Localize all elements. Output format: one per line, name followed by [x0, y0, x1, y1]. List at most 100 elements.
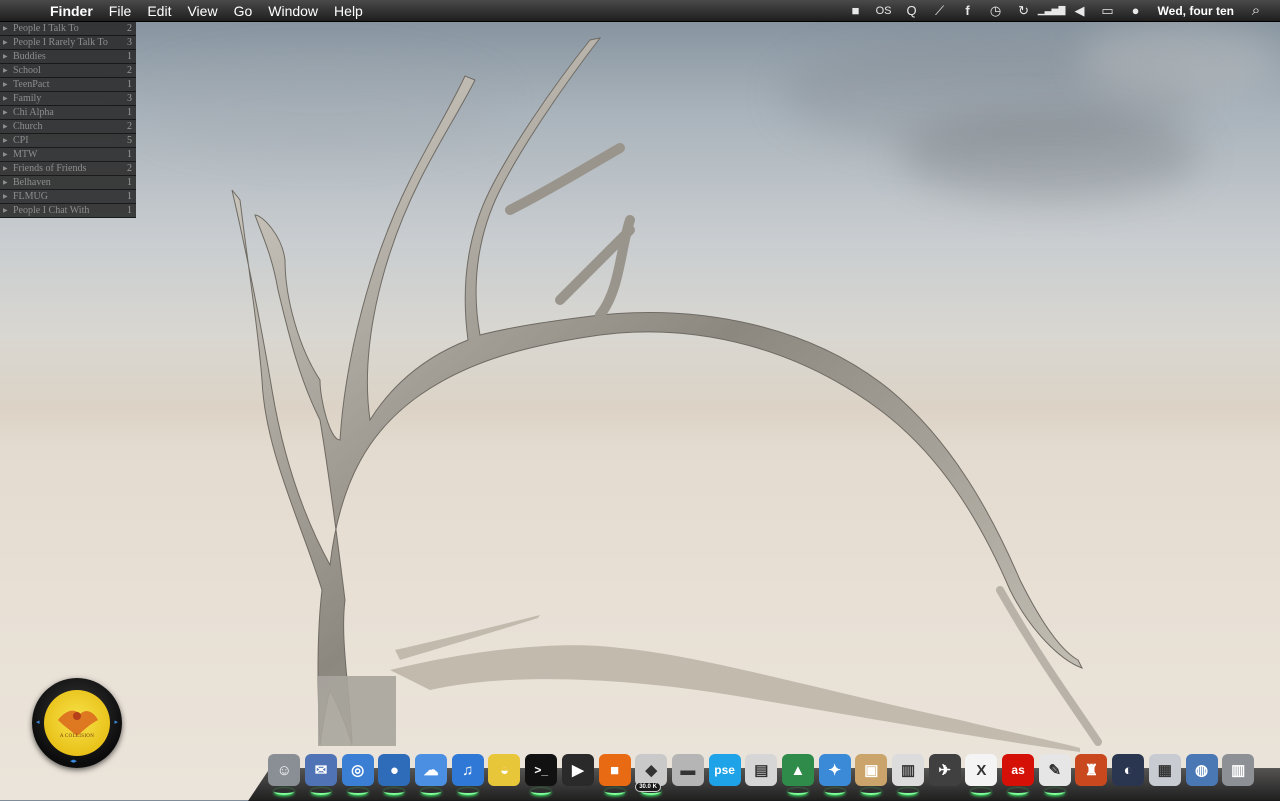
buddy-group-row[interactable]: ▶ CPI 5	[0, 134, 136, 148]
terminal-icon[interactable]: >_	[525, 754, 558, 795]
ichat-icon[interactable]: ☁	[415, 754, 448, 795]
disclosure-triangle-icon[interactable]: ▶	[3, 39, 13, 46]
tweetdeck-icon[interactable]: ✦	[818, 754, 851, 795]
quicksilver-icon[interactable]: Q	[898, 0, 926, 22]
buddy-group-row[interactable]: ▶ People I Talk To 2	[0, 22, 136, 36]
battery-icon[interactable]: ▭	[1094, 0, 1122, 22]
finder-icon[interactable]: ☺	[268, 754, 301, 795]
play-pause-icon[interactable]: ◂▸	[70, 757, 77, 765]
menu-help[interactable]: Help	[326, 0, 371, 22]
safari-glyph: ◎	[351, 762, 365, 779]
disclosure-triangle-icon[interactable]: ▶	[3, 53, 13, 60]
image-capture-icon[interactable]: ▥	[892, 754, 925, 795]
album-art: A COLLISION	[44, 690, 110, 756]
stop-icon[interactable]: ■	[842, 0, 870, 22]
omnifocus-glyph: ▲	[790, 761, 806, 779]
buddy-group-name: People I Rarely Talk To	[13, 37, 108, 48]
safari-icon[interactable]: ◎	[341, 754, 374, 795]
running-indicator	[531, 788, 552, 795]
disclosure-triangle-icon[interactable]: ▶	[3, 81, 13, 88]
disclosure-triangle-icon[interactable]: ▶	[3, 67, 13, 74]
omnifocus-icon[interactable]: ▲	[781, 754, 814, 795]
buddy-group-count: 3	[127, 93, 132, 104]
scanner-icon[interactable]: ▬	[671, 754, 704, 786]
disclosure-triangle-icon[interactable]: ▶	[3, 207, 13, 214]
disclosure-triangle-icon[interactable]: ▶	[3, 193, 13, 200]
next-track-icon[interactable]: ▸	[114, 718, 118, 726]
buddy-group-row[interactable]: ▶ People I Rarely Talk To 3	[0, 36, 136, 50]
buddy-group-row[interactable]: ▶ Church 2	[0, 120, 136, 134]
preview-glyph: ▤	[754, 762, 769, 779]
buddy-group-row[interactable]: ▶ Family 3	[0, 92, 136, 106]
buddy-group-row[interactable]: ▶ Buddies 1	[0, 50, 136, 64]
buddy-group-count: 2	[127, 121, 132, 132]
buddy-group-row[interactable]: ▶ People I Chat With 1	[0, 204, 136, 218]
nova-icon[interactable]: ✈	[928, 754, 961, 786]
menu-window[interactable]: Window	[260, 0, 326, 22]
buddy-group-row[interactable]: ▶ Friends of Friends 2	[0, 162, 136, 176]
time-machine-icon[interactable]: ◷	[982, 0, 1010, 22]
textedit-icon[interactable]: ✎	[1038, 754, 1071, 795]
terminal-glyph: >_	[534, 763, 548, 777]
dashboard-glyph: ◐	[1123, 761, 1133, 779]
menu-file[interactable]: File	[101, 0, 140, 22]
itunes-icon[interactable]: ♫	[451, 754, 484, 795]
disclosure-triangle-icon[interactable]: ▶	[3, 109, 13, 116]
disclosure-triangle-icon[interactable]: ▶	[3, 25, 13, 32]
buddy-group-row[interactable]: ▶ TeenPact 1	[0, 78, 136, 92]
buddy-group-row[interactable]: ▶ School 2	[0, 64, 136, 78]
os-icon[interactable]: OS	[870, 0, 898, 22]
buddy-group-name: Friends of Friends	[13, 163, 87, 174]
network-icon[interactable]: ◍	[1185, 754, 1218, 786]
dock: ☺ ✉ ◎ ● ☁ ♫ ◒ >_ ▶ ■ ◆ 30.0 K ▬ pse ▤ ▲ ✦ ▣ ▥ ✈ Xas ✎ ♜ ◐ ▦ ◍ ▥	[266, 748, 1257, 798]
photoshop-elements-icon[interactable]: pse	[708, 754, 741, 786]
dvd-player-glyph: ▶	[572, 762, 584, 779]
buddy-group-count: 2	[127, 163, 132, 174]
disclosure-triangle-icon[interactable]: ▶	[3, 151, 13, 158]
lastfm-icon[interactable]: as	[1002, 754, 1035, 795]
buddy-group-row[interactable]: ▶ FLMUG 1	[0, 190, 136, 204]
dashboard-icon[interactable]: ◐	[1112, 754, 1145, 786]
growl-icon[interactable]: ⟋	[926, 0, 954, 22]
menu-edit[interactable]: Edit	[139, 0, 179, 22]
menu-go[interactable]: Go	[226, 0, 261, 22]
app-menu-finder[interactable]: Finder	[42, 0, 101, 22]
music-widget[interactable]: A COLLISION ◂ ▸ ◂▸	[32, 678, 122, 768]
running-indicator	[824, 788, 845, 795]
dvd-player-icon[interactable]: ▶	[561, 754, 594, 786]
orange-app-glyph: ■	[610, 761, 620, 779]
previous-track-icon[interactable]: ◂	[36, 718, 40, 726]
buddy-group-row[interactable]: ▶ Belhaven 1	[0, 176, 136, 190]
buddy-group-count: 1	[127, 205, 132, 216]
buddy-group-name: Family	[13, 93, 42, 104]
buddy-group-row[interactable]: ▶ Chi Alpha 1	[0, 106, 136, 120]
trash-icon[interactable]: ▥	[1222, 754, 1255, 786]
facebook-icon[interactable]: f	[954, 0, 982, 22]
mario-icon[interactable]: ♜	[1075, 754, 1108, 786]
volume-icon[interactable]: ◀	[1066, 0, 1094, 22]
buddy-group-count: 1	[127, 149, 132, 160]
transmission-icon[interactable]: ◆ 30.0 K	[635, 754, 668, 795]
buddy-group-row[interactable]: ▶ MTW 1	[0, 148, 136, 162]
menu-bar: Finder File Edit View Go Window Help ■ OS…	[0, 0, 1280, 22]
orange-app-icon[interactable]: ■	[598, 754, 631, 795]
disclosure-triangle-icon[interactable]: ▶	[3, 179, 13, 186]
iphoto-icon[interactable]: ▣	[855, 754, 888, 795]
cyberduck-icon[interactable]: ◒	[488, 754, 521, 786]
wifi-signal-icon[interactable]: ▁▃▅▇	[1038, 0, 1066, 22]
user-icon[interactable]: ●	[1122, 0, 1150, 22]
sync-icon[interactable]: ↻	[1010, 0, 1038, 22]
spotlight-search-icon[interactable]: ⌕	[1242, 0, 1270, 22]
mail-icon[interactable]: ✉	[305, 754, 338, 795]
disclosure-triangle-icon[interactable]: ▶	[3, 123, 13, 130]
disclosure-triangle-icon[interactable]: ▶	[3, 137, 13, 144]
buddy-group-name: FLMUG	[13, 191, 49, 202]
disclosure-triangle-icon[interactable]: ▶	[3, 95, 13, 102]
menubar-clock[interactable]: Wed, four ten	[1150, 4, 1242, 18]
preview-icon[interactable]: ▤	[745, 754, 778, 786]
downloads-folder-icon[interactable]: ▦	[1148, 754, 1181, 786]
disclosure-triangle-icon[interactable]: ▶	[3, 165, 13, 172]
x11-icon[interactable]: X	[965, 754, 998, 795]
twitterrific-icon[interactable]: ●	[378, 754, 411, 795]
menu-view[interactable]: View	[179, 0, 225, 22]
